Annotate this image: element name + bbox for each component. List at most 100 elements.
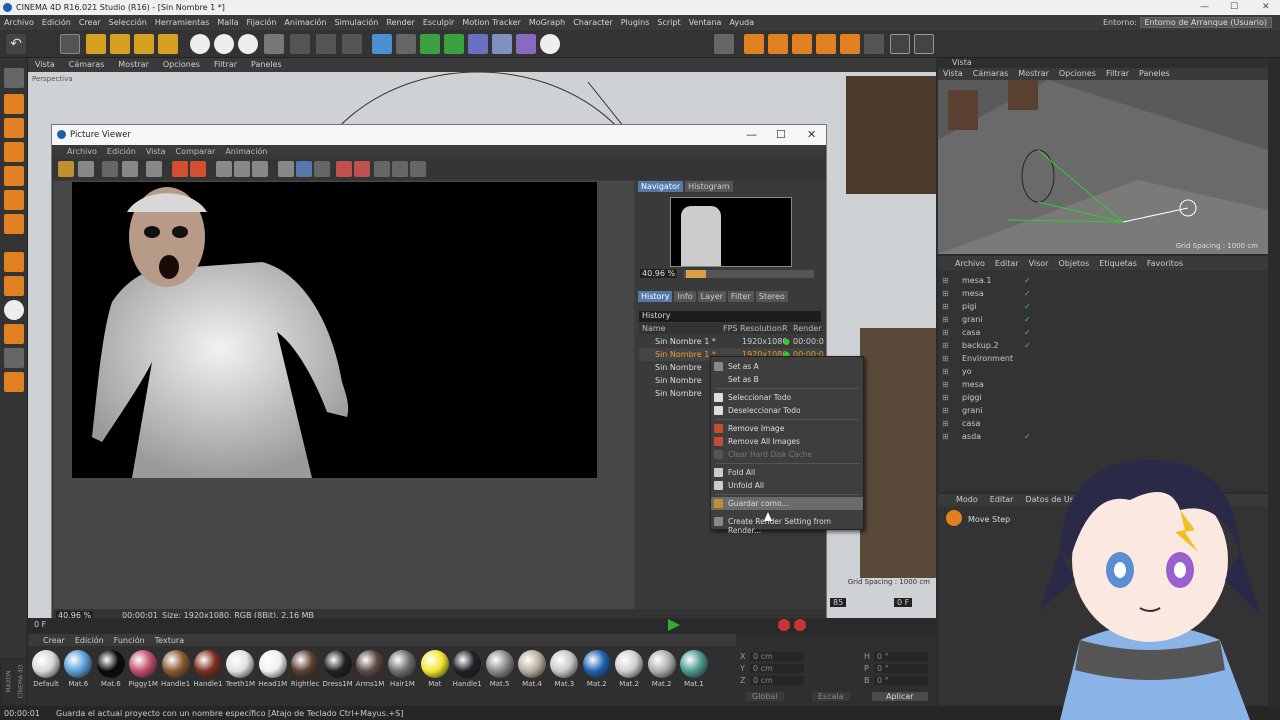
menu-character[interactable]: Character bbox=[569, 15, 617, 30]
rotate-tool-icon[interactable] bbox=[134, 34, 154, 54]
material-swatch[interactable] bbox=[647, 650, 676, 678]
texture-icon[interactable] bbox=[4, 118, 24, 138]
material-swatch[interactable] bbox=[64, 650, 93, 678]
menu-fijacion[interactable]: Fijación bbox=[242, 15, 280, 30]
object-row[interactable]: ⊞ casa bbox=[942, 417, 1262, 430]
rvp-menu-opciones[interactable]: Opciones bbox=[1054, 68, 1101, 79]
ctx-remove-image[interactable]: Remove Image bbox=[711, 422, 863, 435]
coord-global-select[interactable]: Global bbox=[746, 692, 784, 701]
tab-layer[interactable]: Layer bbox=[697, 291, 726, 302]
menu-animacion[interactable]: Animación bbox=[280, 15, 330, 30]
live-selection-icon[interactable] bbox=[60, 34, 80, 54]
ctx-set-as-a[interactable]: Set as A bbox=[711, 360, 863, 373]
menu-ventana[interactable]: Ventana bbox=[685, 15, 726, 30]
grid-icon[interactable] bbox=[4, 372, 24, 392]
vp-menu-paneles[interactable]: Paneles bbox=[244, 58, 289, 69]
edges-icon[interactable] bbox=[4, 190, 24, 210]
obj-menu-editar[interactable]: Editar bbox=[990, 256, 1024, 271]
aplicar-button[interactable]: Aplicar bbox=[872, 692, 928, 701]
x-axis-icon[interactable] bbox=[190, 34, 210, 54]
object-row[interactable]: ⊞ grani ✓ bbox=[942, 313, 1262, 326]
menu-malla[interactable]: Malla bbox=[213, 15, 242, 30]
timeline-fps-a[interactable]: 85 bbox=[830, 598, 847, 607]
material-swatch[interactable] bbox=[226, 650, 255, 678]
coord-z[interactable]: 0 cm bbox=[750, 676, 804, 685]
attr-menu-modo[interactable]: Modo bbox=[950, 494, 984, 505]
object-row[interactable]: ⊞ piggi bbox=[942, 391, 1262, 404]
object-row[interactable]: ⊞ yo bbox=[942, 365, 1262, 378]
material-swatch[interactable] bbox=[615, 650, 644, 678]
pv-menu-animacion[interactable]: Animación bbox=[220, 145, 272, 158]
coord-h[interactable]: 0 ° bbox=[874, 652, 928, 661]
lock-workplane-icon[interactable] bbox=[4, 324, 24, 344]
object-row[interactable]: ⊞ mesa ✓ bbox=[942, 287, 1262, 300]
floor-icon[interactable] bbox=[492, 34, 512, 54]
snapshot-icon[interactable] bbox=[146, 161, 162, 177]
timeline-frame-end[interactable]: 0 F bbox=[894, 598, 913, 607]
split-v-icon[interactable] bbox=[296, 161, 312, 177]
minimize-icon[interactable]: — bbox=[1200, 2, 1209, 12]
render-settings-icon[interactable] bbox=[342, 34, 362, 54]
edges-mode-icon[interactable] bbox=[792, 34, 812, 54]
material-swatch[interactable] bbox=[420, 650, 449, 678]
diff-icon[interactable] bbox=[314, 161, 330, 177]
camera-icon[interactable] bbox=[516, 34, 536, 54]
ctx-remove-all-images[interactable]: Remove All Images bbox=[711, 435, 863, 448]
compare-b-icon[interactable] bbox=[234, 161, 250, 177]
mat-menu-edicion[interactable]: Edición bbox=[70, 634, 109, 647]
material-swatch[interactable] bbox=[129, 650, 158, 678]
obj-menu-archivo[interactable]: Archivo bbox=[950, 256, 990, 271]
histogram-icon[interactable] bbox=[374, 161, 390, 177]
record-icon[interactable] bbox=[190, 161, 206, 177]
vp-menu-vista[interactable]: Vista bbox=[28, 58, 62, 69]
menu-script[interactable]: Script bbox=[653, 15, 684, 30]
mat-menu-crear[interactable]: Crear bbox=[38, 634, 70, 647]
add-tool-icon[interactable] bbox=[158, 34, 178, 54]
cloner-icon[interactable] bbox=[444, 34, 464, 54]
menu-herramientas[interactable]: Herramientas bbox=[151, 15, 214, 30]
material-swatch[interactable] bbox=[356, 650, 384, 678]
tab-navigator[interactable]: Navigator bbox=[638, 181, 684, 192]
rvp-menu-filtrar[interactable]: Filtrar bbox=[1101, 68, 1134, 79]
z-axis-icon[interactable] bbox=[238, 34, 258, 54]
menu-esculpir[interactable]: Esculpir bbox=[419, 15, 459, 30]
zoom-slider[interactable] bbox=[684, 270, 814, 278]
pv-menu-vista[interactable]: Vista bbox=[141, 145, 171, 158]
material-swatch[interactable] bbox=[323, 650, 352, 678]
save-icon[interactable] bbox=[78, 161, 94, 177]
object-mode-icon[interactable] bbox=[744, 34, 764, 54]
coord-y[interactable]: 0 cm bbox=[750, 664, 804, 673]
enable-axis-icon[interactable] bbox=[4, 252, 24, 272]
menu-plugins[interactable]: Plugins bbox=[617, 15, 654, 30]
undo-icon[interactable]: ↶ bbox=[6, 34, 26, 54]
menu-archivo[interactable]: Archivo bbox=[0, 15, 38, 30]
layout-grid-icon[interactable] bbox=[914, 34, 934, 54]
pen-icon[interactable] bbox=[396, 34, 416, 54]
material-swatch[interactable] bbox=[550, 650, 579, 678]
points-icon[interactable] bbox=[4, 166, 24, 186]
menu-simulacion[interactable]: Simulación bbox=[330, 15, 382, 30]
snap-settings-icon[interactable] bbox=[4, 300, 24, 320]
rvp-menu-vista[interactable]: Vista bbox=[938, 68, 968, 79]
model-icon[interactable] bbox=[4, 94, 24, 114]
obj-menu-etiquetas[interactable]: Etiquetas bbox=[1094, 256, 1142, 271]
ctx-guardar-como[interactable]: Guardar como... bbox=[711, 497, 863, 510]
ctx-unfold-all[interactable]: Unfold All bbox=[711, 479, 863, 492]
material-swatch[interactable] bbox=[485, 650, 514, 678]
menu-mograph[interactable]: MoGraph bbox=[525, 15, 569, 30]
tab-filter[interactable]: Filter bbox=[727, 291, 754, 302]
material-swatch[interactable] bbox=[291, 650, 320, 678]
menu-motion-tracker[interactable]: Motion Tracker bbox=[458, 15, 525, 30]
material-swatch[interactable] bbox=[388, 650, 417, 678]
obj-menu-favoritos[interactable]: Favoritos bbox=[1142, 256, 1188, 271]
history-row[interactable]: Sin Nombre 1 * 1920x1080 ● 00:00:0 bbox=[639, 335, 824, 348]
tab-history[interactable]: History bbox=[638, 291, 673, 302]
menu-seleccion[interactable]: Selección bbox=[105, 15, 151, 30]
object-row[interactable]: ⊞ mesa.1 ✓ bbox=[942, 274, 1262, 287]
pv-menu-edicion[interactable]: Edición bbox=[102, 145, 141, 158]
timeline[interactable]: 0 F 85 90 0 F bbox=[28, 598, 936, 632]
mat-menu-funcion[interactable]: Función bbox=[109, 634, 150, 647]
tab-histogram[interactable]: Histogram bbox=[685, 181, 733, 192]
deformer-icon[interactable] bbox=[468, 34, 488, 54]
obj-menu-objetos[interactable]: Objetos bbox=[1053, 256, 1094, 271]
